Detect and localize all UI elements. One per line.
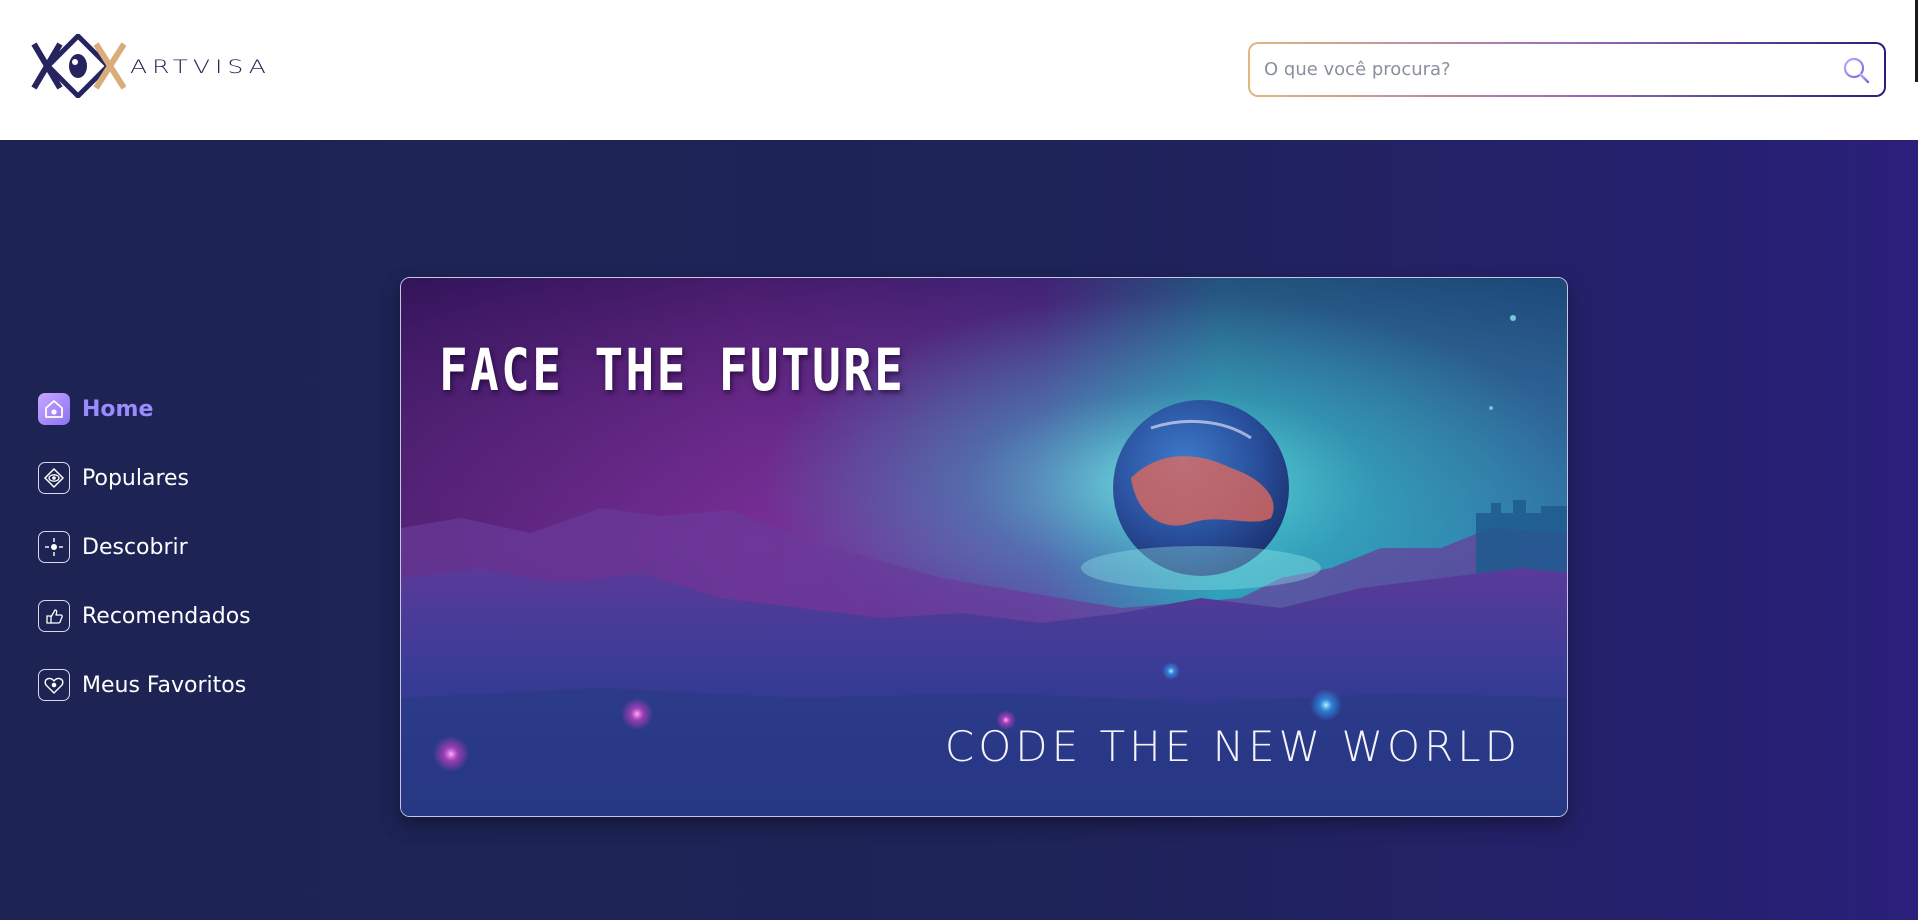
hero-banner[interactable]: FACE THE FUTURE CODE THE NEW WORLD [400,277,1568,817]
sidebar-nav: Home Populares Descobrir Recomendados Me… [38,393,338,738]
recommend-hand-icon [38,600,70,632]
search-box [1248,42,1886,97]
brand-logo[interactable]: ARTVISA [30,34,271,98]
main-content: Home Populares Descobrir Recomendados Me… [0,140,1918,920]
discover-sparkle-icon [38,531,70,563]
sidebar-item-home[interactable]: Home [38,393,338,425]
banner-title: FACE THE FUTURE [439,336,906,404]
sidebar-item-descobrir[interactable]: Descobrir [38,531,338,563]
favorites-heart-icon [38,669,70,701]
sidebar-item-recomendados[interactable]: Recomendados [38,600,338,632]
search-icon[interactable] [1842,56,1870,84]
sidebar-item-meus-favoritos[interactable]: Meus Favoritos [38,669,338,701]
artvisa-logo-icon [31,34,126,98]
popular-diamond-icon [38,462,70,494]
sidebar-item-label: Home [82,396,154,422]
sidebar-item-label: Descobrir [82,534,188,560]
search-input[interactable] [1264,44,1824,95]
sidebar-item-populares[interactable]: Populares [38,462,338,494]
banner-subtitle: CODE THE NEW WORLD [944,722,1521,771]
search-box-inner [1250,44,1884,95]
sidebar-item-label: Populares [82,465,190,491]
sidebar-item-label: Recomendados [82,603,251,629]
brand-name: ARTVISA [130,55,271,77]
home-icon [38,393,70,425]
sidebar-item-label: Meus Favoritos [82,672,247,698]
top-header: ARTVISA [0,0,1918,140]
